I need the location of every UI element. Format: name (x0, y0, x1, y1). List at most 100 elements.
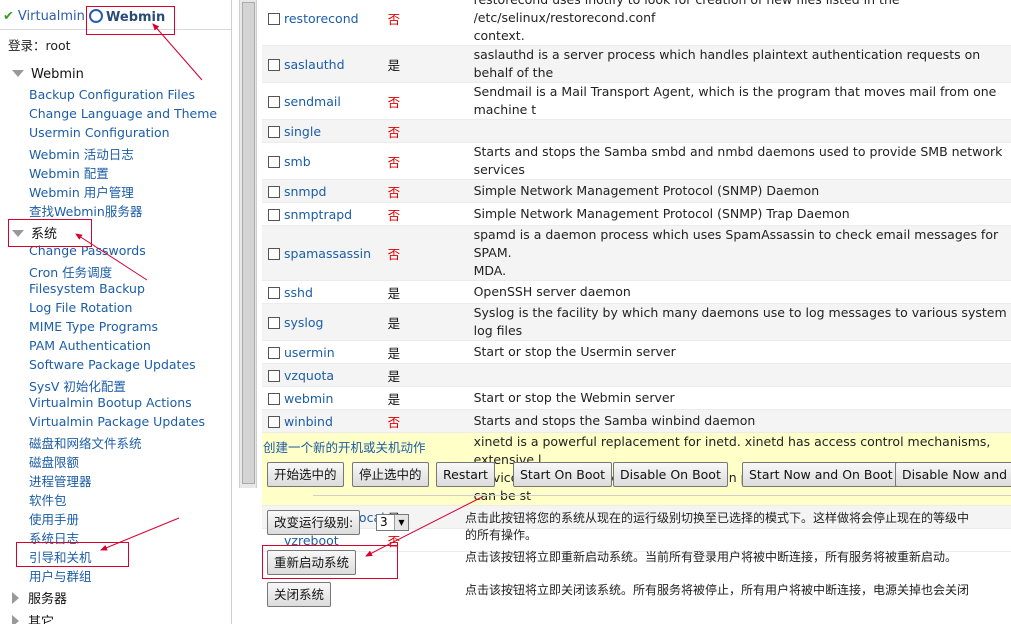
runlevel-select[interactable]: 3 ▼ (376, 514, 409, 531)
service-name-link[interactable]: webmin (284, 386, 385, 410)
table-row: smb 否 Starts and stops the Samba smbd and … (262, 142, 1011, 180)
shutdown-system-button[interactable]: 关闭系统 (267, 582, 332, 607)
system-menu-item-2[interactable]: Filesystem Backup (29, 281, 145, 296)
service-description-line: Start or stop the Usermin server (473, 344, 676, 359)
system-menu-item-11[interactable]: 磁盘限额 (29, 452, 79, 471)
category-others[interactable]: 其它 (12, 611, 54, 624)
system-menu-item-7[interactable]: SysV 初始化配置 (29, 376, 126, 395)
table-row: vzquota 是 (262, 363, 1011, 387)
service-name-link[interactable]: snmpd (284, 179, 385, 203)
webmin-menu-item-5[interactable]: Webmin 用户管理 (29, 182, 134, 201)
annotation-box-boot-shutdown (16, 542, 129, 567)
row-checkbox-cell (262, 363, 284, 387)
system-menu-item-8[interactable]: Virtualmin Bootup Actions (29, 395, 192, 410)
service-name-link[interactable]: single (284, 119, 385, 143)
disable-on-boot-button[interactable]: Disable On Boot (613, 462, 728, 487)
change-runlevel-button[interactable]: 改变运行级别: (267, 510, 361, 535)
start-at-boot-value: 否 (384, 119, 474, 143)
expand-triangle-icon (12, 70, 24, 77)
row-checkbox[interactable] (268, 58, 280, 71)
system-menu-item-4[interactable]: MIME Type Programs (29, 319, 158, 334)
row-checkbox-cell (262, 45, 284, 83)
row-checkbox[interactable] (268, 95, 280, 108)
service-name-link[interactable]: sendmail (284, 82, 385, 120)
login-status: 登录：root (8, 38, 71, 53)
service-name-link[interactable]: spamassassin (284, 225, 385, 281)
row-checkbox[interactable] (268, 369, 280, 382)
table-row: webmin 是 Start or stop the Webmin server (262, 386, 1011, 410)
left-menu-frame: ✔ Virtualmin Webmin 登录：root Webmin Backup… (0, 0, 232, 624)
category-others-label: 其它 (28, 615, 55, 624)
start-at-boot-value: 是 (384, 340, 474, 364)
system-menu-item-17[interactable]: 用户与群组 (29, 566, 92, 585)
service-name-link[interactable]: usermin (284, 340, 385, 364)
category-webmin[interactable]: Webmin (12, 67, 84, 82)
system-menu-item-9[interactable]: Virtualmin Package Updates (29, 414, 205, 429)
checkmark-icon: ✔ (3, 9, 14, 24)
service-description: OpenSSH server daemon (473, 280, 1011, 304)
start-at-boot-value: 是 (384, 45, 474, 83)
category-servers[interactable]: 服务器 (12, 588, 67, 607)
system-menu-item-1[interactable]: Cron 任务调度 (29, 262, 112, 281)
service-description: Syslog is the facility by which many dae… (473, 303, 1011, 341)
vertical-scrollbar[interactable] (239, 0, 257, 488)
table-row: single 否 (262, 119, 1011, 143)
webmin-menu-item-1[interactable]: Change Language and Theme (29, 106, 217, 121)
start-on-boot-button[interactable]: Start On Boot (513, 462, 613, 487)
row-checkbox[interactable] (268, 155, 280, 168)
webmin-menu-item-4[interactable]: Webmin 配置 (29, 163, 109, 182)
row-checkbox-cell (262, 409, 284, 433)
webmin-menu-item-2[interactable]: Usermin Configuration (29, 125, 170, 140)
row-checkbox[interactable] (268, 316, 280, 329)
start-now-and-on-boot-button[interactable]: Start Now and On Boot (742, 462, 900, 487)
row-checkbox[interactable] (268, 12, 280, 25)
stop-selected-button[interactable]: 停止选中的 (352, 462, 429, 487)
tab-virtualmin[interactable]: ✔ Virtualmin (3, 9, 85, 24)
webmin-menu-item-0[interactable]: Backup Configuration Files (29, 87, 195, 102)
table-row: saslauthd 是 saslauthd is a server process … (262, 45, 1011, 83)
scrollbar-thumb[interactable] (242, 2, 255, 484)
runlevel-value: 3 (380, 515, 388, 529)
service-name-link[interactable]: saslauthd (284, 45, 385, 83)
service-name-link[interactable]: vzquota (284, 363, 385, 387)
service-name-link[interactable]: smb (284, 142, 385, 180)
annotation-box-system (8, 219, 92, 247)
service-description-line: saslauthd is a server process which hand… (473, 47, 981, 80)
service-name-link[interactable]: sshd (284, 280, 385, 304)
start-at-boot-value: 是 (384, 303, 474, 341)
system-menu-item-5[interactable]: PAM Authentication (29, 338, 151, 353)
service-name-link[interactable]: syslog (284, 303, 385, 341)
service-description (473, 119, 1011, 143)
row-checkbox[interactable] (268, 125, 280, 138)
system-menu-item-10[interactable]: 磁盘和网络文件系统 (29, 433, 142, 452)
service-name-link[interactable]: winbind (284, 409, 385, 433)
webmin-menu-item-6[interactable]: 查找Webmin服务器 (29, 201, 142, 220)
service-description: Start or stop the Webmin server (473, 386, 1011, 410)
system-menu-item-6[interactable]: Software Package Updates (29, 357, 196, 372)
system-menu-item-12[interactable]: 进程管理器 (29, 471, 92, 490)
service-name-link[interactable]: snmptrapd (284, 202, 385, 226)
system-menu-item-13[interactable]: 软件包 (29, 490, 67, 509)
system-menu-item-14[interactable]: 使用手册 (29, 509, 79, 528)
row-checkbox[interactable] (268, 247, 280, 260)
row-checkbox[interactable] (268, 346, 280, 359)
webmin-menu-item-3[interactable]: Webmin 活动日志 (29, 144, 134, 163)
service-description-line: context. (473, 28, 525, 43)
system-menu-item-3[interactable]: Log File Rotation (29, 300, 132, 315)
start-at-boot-value: 否 (384, 0, 474, 46)
row-checkbox[interactable] (268, 286, 280, 299)
row-checkbox[interactable] (268, 392, 280, 405)
disable-now-and-on-boot-button[interactable]: Disable Now and O (895, 462, 1011, 487)
start-selected-button[interactable]: 开始选中的 (267, 462, 344, 487)
annotation-box-webmin (86, 6, 175, 35)
row-checkbox[interactable] (268, 415, 280, 428)
row-checkbox[interactable] (268, 208, 280, 221)
runlevel-description-line1: 点击此按钮将您的系统从现在的运行级别切换至已选择的模式下。这样做将会停止现在的等… (465, 511, 970, 525)
tab-virtualmin-label: Virtualmin (17, 9, 85, 24)
row-checkbox[interactable] (268, 185, 280, 198)
reboot-description: 点击该按钮将立即重新启动系统。当前所有登录用户将被中断连接，所有服务将被重新启动… (465, 550, 958, 564)
create-action-link[interactable]: 创建一个新的开机或关机动作 (263, 437, 426, 456)
service-name-link[interactable]: restorecond (284, 0, 385, 46)
table-row: sshd 是 OpenSSH server daemon (262, 280, 1011, 304)
restart-button[interactable]: Restart (436, 462, 495, 487)
